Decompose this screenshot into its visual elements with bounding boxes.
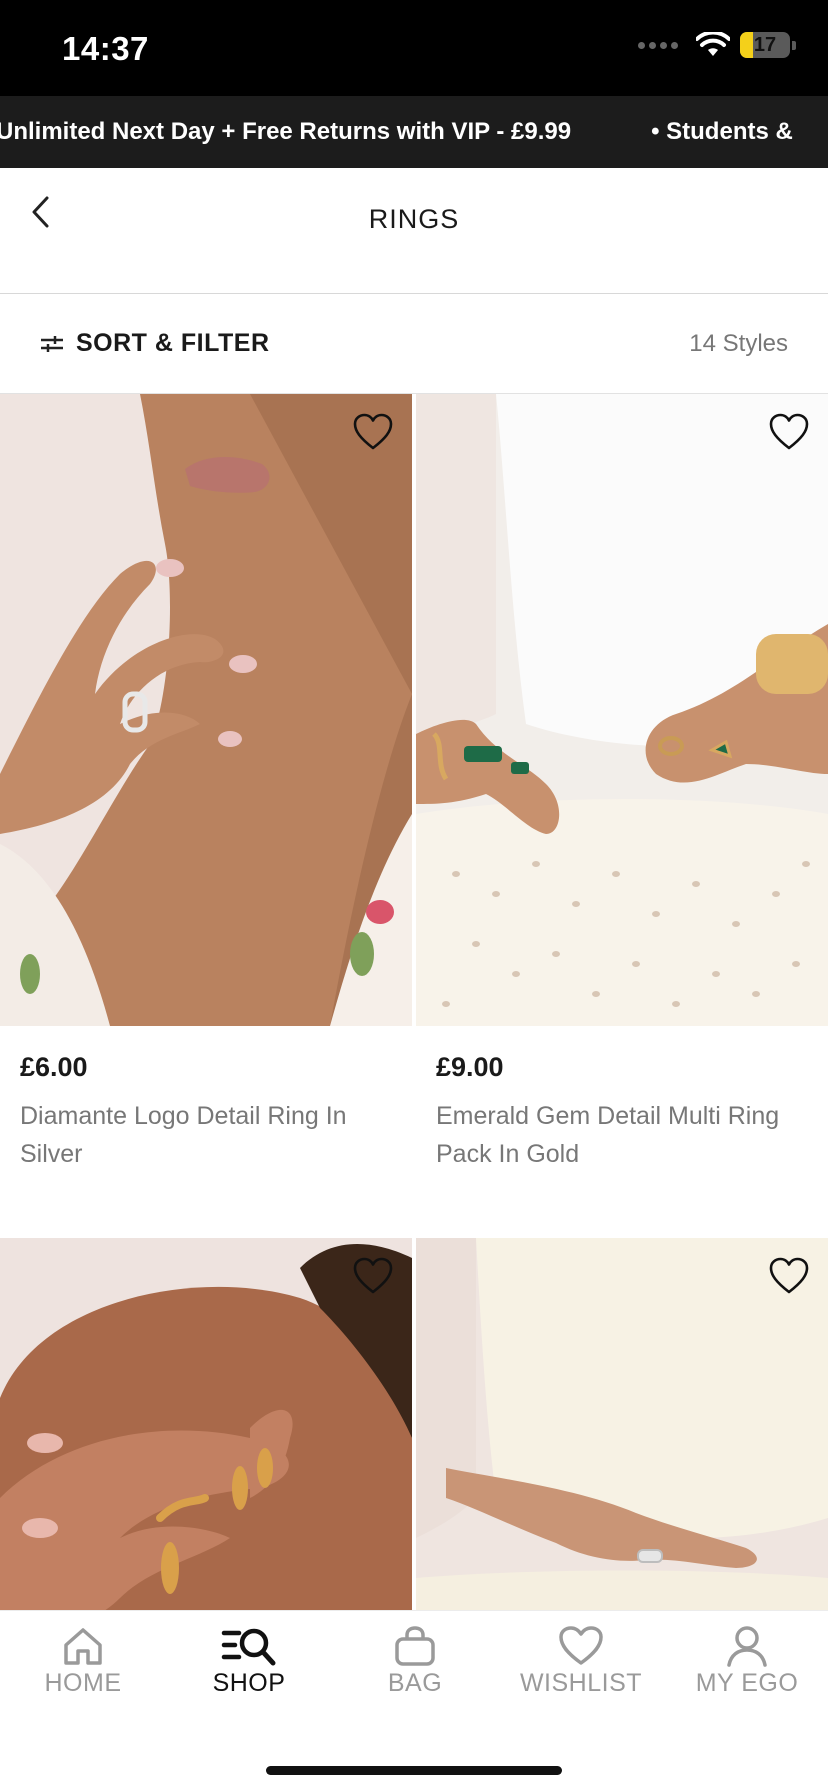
heart-icon <box>353 1257 393 1294</box>
page-title: RINGS <box>368 204 460 234</box>
heart-icon <box>353 413 393 450</box>
promo-text: Unlimited Next Day + Free Returns with V… <box>0 118 572 145</box>
product-card[interactable]: £9.00 Emerald Gem Detail Multi Ring Pack… <box>416 394 828 1173</box>
bottom-tab-bar: HOME SHOP BAG WISHLIST MY EGO <box>0 1610 828 1792</box>
sort-filter-button[interactable]: SORT & FILTER <box>40 329 270 358</box>
product-image[interactable] <box>416 394 828 1026</box>
styles-count: 14 Styles <box>689 329 788 357</box>
tab-shop[interactable]: SHOP <box>166 1625 332 1698</box>
tab-bag[interactable]: BAG <box>332 1625 498 1698</box>
product-grid: £6.00 Diamante Logo Detail Ring In Silve… <box>0 394 828 1610</box>
tab-home[interactable]: HOME <box>0 1625 166 1698</box>
wishlist-button[interactable] <box>352 412 394 452</box>
status-time: 14:37 <box>62 30 149 67</box>
promo-banner[interactable]: Unlimited Next Day + Free Returns with V… <box>0 96 828 168</box>
product-name[interactable]: Emerald Gem Detail Multi Ring Pack In Go… <box>436 1097 808 1173</box>
status-bar: 14:37 17 <box>0 0 828 96</box>
tab-label: BAG <box>387 1669 443 1697</box>
filter-bar: SORT & FILTER 14 Styles <box>0 294 828 394</box>
battery-level: 17 <box>753 33 777 56</box>
product-price: £9.00 <box>436 1052 504 1082</box>
tab-label: SHOP <box>212 1669 286 1697</box>
tab-label: WISHLIST <box>519 1669 643 1697</box>
home-icon <box>64 1628 102 1665</box>
cellular-signal-icon <box>638 41 678 49</box>
product-card[interactable] <box>0 1238 412 1610</box>
heart-icon <box>559 1626 603 1665</box>
tab-my-ego[interactable]: MY EGO <box>664 1625 828 1698</box>
wifi-icon <box>696 32 730 56</box>
page-header: RINGS <box>0 168 828 294</box>
product-price: £6.00 <box>20 1052 88 1082</box>
home-indicator <box>266 1766 562 1775</box>
status-indicators: 17 <box>638 32 796 58</box>
promo-text-next: • Students & <box>651 118 793 145</box>
filter-sliders-icon <box>41 335 63 352</box>
sort-filter-label: SORT & FILTER <box>76 329 270 357</box>
wishlist-button[interactable] <box>352 1256 394 1296</box>
product-image[interactable] <box>0 1238 412 1610</box>
wishlist-button[interactable] <box>768 412 810 452</box>
tab-label: HOME <box>44 1669 122 1697</box>
product-image[interactable] <box>0 394 412 1026</box>
product-name[interactable]: Diamante Logo Detail Ring In Silver <box>20 1097 392 1173</box>
product-card[interactable] <box>416 1238 828 1610</box>
battery-icon: 17 <box>740 32 790 58</box>
bag-icon <box>395 1626 435 1666</box>
wishlist-button[interactable] <box>768 1256 810 1296</box>
tab-wishlist[interactable]: WISHLIST <box>498 1625 664 1698</box>
product-card[interactable]: £6.00 Diamante Logo Detail Ring In Silve… <box>0 394 412 1173</box>
product-image[interactable] <box>416 1238 828 1610</box>
heart-icon <box>769 1257 809 1294</box>
heart-icon <box>769 413 809 450</box>
search-menu-icon <box>221 1628 276 1666</box>
user-icon <box>727 1626 767 1667</box>
tab-label: MY EGO <box>695 1669 799 1697</box>
